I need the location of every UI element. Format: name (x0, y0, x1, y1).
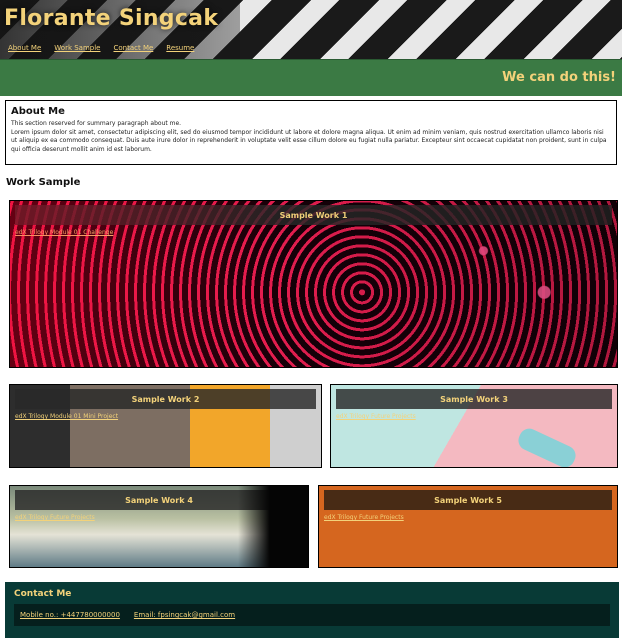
contact-links: Mobile no.: +447780000000 Email: fpsingc… (14, 604, 610, 626)
work-card-link[interactable]: edX Trilogy Future Projects (336, 413, 416, 420)
work-card-link[interactable]: edX Trilogy Module 01 Challenge (15, 229, 113, 236)
contact-heading: Contact Me (14, 589, 72, 599)
about-section: About Me This section reserved for summa… (5, 100, 617, 165)
work-card-link[interactable]: edX Trilogy Module 01 Mini Project (15, 413, 118, 420)
about-body: Lorem ipsum dolor sit amet, consectetur … (11, 128, 607, 153)
work-card-title-bar: Sample Work 5 (324, 490, 612, 510)
work-card-title-bar: Sample Work 3 (336, 389, 612, 409)
nav-work-sample[interactable]: Work Sample (54, 44, 100, 52)
email-link[interactable]: Email: fpsingcak@gmail.com (134, 611, 235, 619)
mobile-link[interactable]: Mobile no.: +447780000000 (20, 611, 120, 619)
work-card-title-bar: Sample Work 4 (15, 490, 303, 510)
work-card-link[interactable]: edX Trilogy Future Projects (15, 514, 95, 521)
main-nav: About Me Work Sample Contact Me Resume (8, 44, 194, 52)
work-card-title-bar: Sample Work 1 (15, 205, 612, 225)
work-card-5[interactable]: Sample Work 5 edX Trilogy Future Project… (318, 485, 618, 568)
tagline: We can do this! (502, 70, 616, 85)
work-card-link[interactable]: edX Trilogy Future Projects (324, 514, 404, 521)
work-card-title: Sample Work 2 (131, 394, 200, 404)
work-card-title: Sample Work 1 (279, 210, 348, 220)
site-title: Florante Singcak (4, 6, 219, 31)
work-card-title: Sample Work 5 (434, 495, 502, 505)
work-card-3[interactable]: Sample Work 3 edX Trilogy Future Project… (330, 384, 618, 468)
work-card-title: Sample Work 4 (125, 495, 193, 505)
about-intro: This section reserved for summary paragr… (11, 120, 182, 127)
nav-contact-me[interactable]: Contact Me (113, 44, 153, 52)
site-header: Florante Singcak About Me Work Sample Co… (0, 0, 622, 59)
work-card-title: Sample Work 3 (440, 394, 508, 404)
contact-section: Contact Me Mobile no.: +447780000000 Ema… (5, 582, 619, 638)
nav-resume[interactable]: Resume (166, 44, 194, 52)
work-heading: Work Sample (6, 177, 81, 188)
tagline-banner: We can do this! (0, 59, 622, 96)
work-card-4[interactable]: Sample Work 4 edX Trilogy Future Project… (9, 485, 309, 568)
work-card-title-bar: Sample Work 2 (15, 389, 316, 409)
about-heading: About Me (11, 106, 65, 117)
nav-about-me[interactable]: About Me (8, 44, 41, 52)
work-card-1[interactable]: Sample Work 1 edX Trilogy Module 01 Chal… (9, 200, 618, 368)
work-card-2[interactable]: Sample Work 2 edX Trilogy Module 01 Mini… (9, 384, 322, 468)
